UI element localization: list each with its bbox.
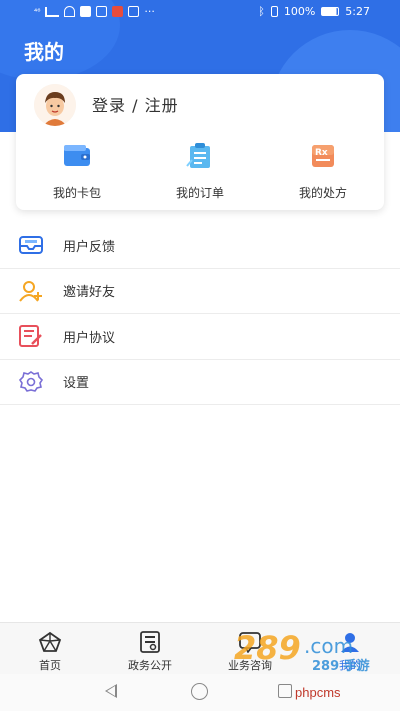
menu-item-invite-friends[interactable]: 邀请好友 (0, 269, 400, 314)
home-icon (38, 631, 62, 653)
svg-text:289: 289 (234, 629, 301, 667)
quick-action-orders[interactable]: 我的订单 (145, 142, 255, 201)
public-affairs-icon (138, 631, 162, 653)
tab-label: 政务公开 (128, 659, 172, 672)
notification-app-icon (80, 6, 92, 17)
svg-text:Rx: Rx (315, 148, 328, 158)
quick-action-prescriptions[interactable]: Rx 我的处方 (268, 142, 378, 201)
battery-percent: 100% (283, 5, 316, 18)
clock-time: 5:27 (345, 5, 370, 18)
wallet-icon (61, 142, 93, 170)
menu-item-label: 用户协议 (63, 330, 116, 346)
menu-item-label: 邀请好友 (63, 285, 116, 301)
signal-icon (45, 6, 60, 17)
menu-item-label: 用户反馈 (63, 239, 116, 255)
quick-action-label: 我的处方 (298, 186, 347, 200)
tab-public-affairs[interactable]: 政务公开 (100, 631, 200, 673)
quick-action-label: 我的订单 (175, 186, 224, 200)
order-clipboard-icon (184, 142, 216, 170)
tab-label: 首页 (39, 659, 61, 672)
watermark-logo: 289 .com 289 手游网 (230, 625, 380, 693)
quick-action-label: 我的卡包 (52, 186, 101, 200)
quick-action-wallet[interactable]: 我的卡包 (22, 142, 132, 201)
more-notifications-icon: ··· (144, 5, 155, 18)
menu-item-user-agreement[interactable]: 用户协议 (0, 314, 400, 360)
vibrate-icon (270, 6, 278, 17)
status-bar: ⁴⁶ ··· ᛒ 100% 5:27 (0, 0, 400, 24)
feedback-mail-icon (18, 233, 44, 257)
signal-strength-text: ⁴⁶ (34, 7, 41, 16)
settings-gear-icon (18, 370, 44, 394)
watermark-site: phpcms (295, 685, 341, 700)
page-title: 我的 (24, 40, 64, 64)
menu-item-feedback[interactable]: 用户反馈 (0, 223, 400, 269)
recents-square-icon[interactable] (278, 684, 292, 698)
agreement-doc-icon (18, 324, 44, 348)
home-circle-icon[interactable] (191, 683, 208, 700)
battery-icon (321, 7, 340, 16)
tab-home[interactable]: 首页 (0, 631, 100, 673)
notification-app-icon (112, 6, 124, 17)
user-card: 登录 / 注册 我的卡包 我的订单 Rx 我的处方 (16, 74, 384, 210)
back-triangle-icon[interactable] (105, 684, 117, 698)
invite-friend-icon (18, 279, 44, 303)
notification-app-icon (96, 6, 108, 17)
prescription-rx-icon: Rx (307, 142, 339, 170)
notification-app-icon (128, 6, 140, 17)
avatar-icon[interactable] (34, 84, 76, 126)
bluetooth-icon: ᛒ (258, 5, 265, 18)
menu-item-settings[interactable]: 设置 (0, 360, 400, 405)
menu-item-label: 设置 (63, 376, 90, 392)
settings-menu: 用户反馈 邀请好友 用户协议 设置 (0, 223, 400, 405)
wifi-icon (64, 6, 76, 17)
login-register-link[interactable]: 登录 / 注册 (92, 92, 179, 116)
